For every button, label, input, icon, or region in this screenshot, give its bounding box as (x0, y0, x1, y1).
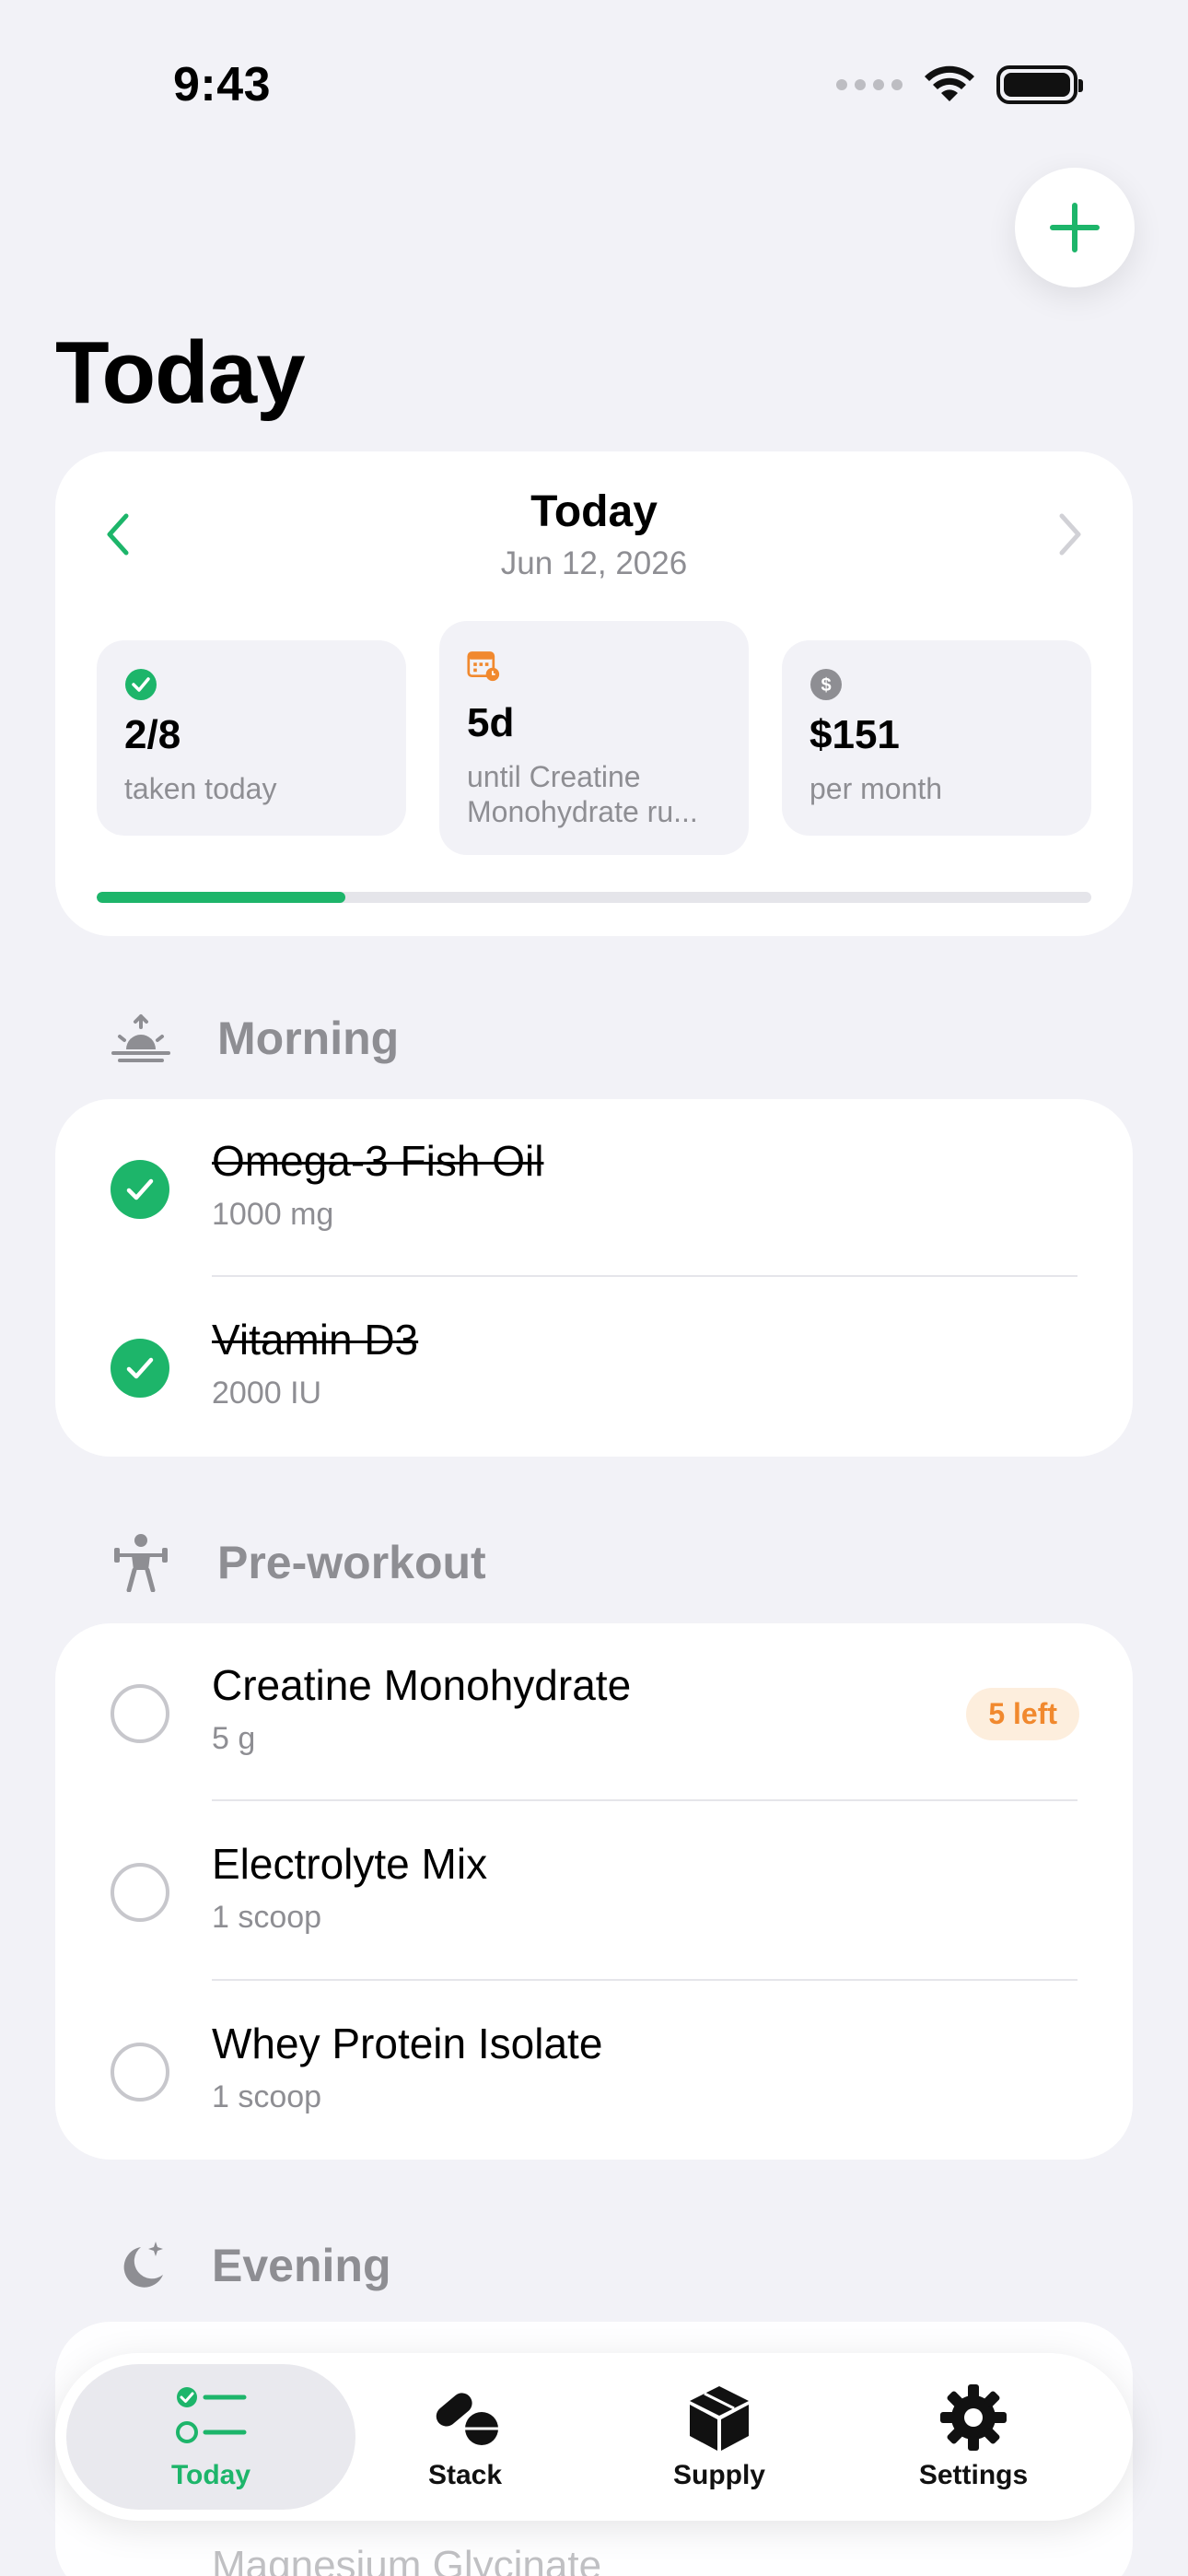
tab-label: Supply (672, 2460, 765, 2490)
battery-icon (996, 65, 1083, 104)
stat-label-line: Monohydrate ru... (467, 795, 698, 828)
wifi-icon (925, 65, 974, 101)
dollar-circle-icon: $ (810, 669, 842, 700)
divider (212, 1275, 1077, 1277)
calendar-clock-icon (467, 651, 500, 682)
item-dose: 2000 IU (212, 1376, 322, 1411)
date-subtitle: Jun 12, 2026 (500, 545, 688, 581)
section-header-morning: Morning (111, 1008, 399, 1069)
cellular-signal-icon (836, 79, 903, 90)
tab-supply[interactable]: Supply (575, 2364, 864, 2510)
preworkout-list: Creatine Monohydrate 5 g 5 left Electrol… (55, 1623, 1133, 2160)
status-time: 9:43 (173, 58, 272, 111)
list-item[interactable]: Whey Protein Isolate 1 scoop (55, 1982, 1133, 2161)
daily-summary-card: Today Jun 12, 2026 2/8 taken today 5d un… (55, 451, 1133, 936)
item-dose: 1 scoop (212, 1900, 322, 1935)
checkbox-unchecked[interactable] (111, 2043, 169, 2102)
add-supplement-button[interactable] (1015, 168, 1135, 287)
stat-label: until Creatine Monohydrate ru... (467, 759, 727, 829)
checkbox-unchecked[interactable] (111, 1684, 169, 1743)
checkbox-checked[interactable] (111, 1339, 169, 1398)
tab-stack[interactable]: Stack (320, 2364, 610, 2510)
tab-label: Settings (918, 2460, 1029, 2490)
section-label: Pre-workout (217, 1537, 486, 1588)
page-title: Today (55, 323, 306, 422)
plus-icon (1050, 203, 1100, 252)
low-supply-badge: 5 left (966, 1688, 1079, 1740)
checklist-icon (174, 2383, 248, 2453)
item-name[interactable]: Magnesium Glycinate (212, 2543, 601, 2576)
checkbox-checked[interactable] (111, 1160, 169, 1219)
chevron-right-icon (1059, 513, 1081, 556)
tab-bar: Today Stack Supply Settings (55, 2353, 1133, 2521)
checkbox-unchecked[interactable] (111, 1863, 169, 1922)
section-label: Morning (217, 1013, 400, 1064)
section-header-evening: Evening (111, 2235, 390, 2296)
sunrise-icon (111, 1008, 171, 1069)
box-icon (682, 2383, 756, 2453)
stat-value: 5d (467, 700, 515, 745)
next-day-button[interactable] (1048, 507, 1094, 562)
morning-list: Omega-3 Fish Oil 1000 mg Vitamin D3 2000… (55, 1099, 1133, 1457)
stat-monthly-cost: $ $151 per month (782, 640, 1091, 836)
stat-label: per month (809, 772, 943, 805)
checkmark-icon (126, 1178, 154, 1200)
tab-today[interactable]: Today (66, 2364, 355, 2510)
item-dose: 1 scoop (212, 2079, 322, 2114)
divider (212, 1799, 1077, 1801)
tab-label: Stack (427, 2460, 503, 2490)
status-icons (836, 64, 1083, 105)
date-title: Today (530, 487, 658, 536)
stat-value: 2/8 (124, 712, 181, 757)
stat-label: taken today (124, 772, 277, 805)
pills-icon (428, 2383, 502, 2453)
item-name: Omega-3 Fish Oil (212, 1137, 544, 1185)
gear-icon (937, 2383, 1010, 2453)
stat-restock-countdown[interactable]: 5d until Creatine Monohydrate ru... (439, 621, 749, 855)
stat-taken-today: 2/8 taken today (97, 640, 406, 836)
section-label: Evening (212, 2240, 391, 2291)
check-circle-icon (125, 669, 157, 700)
list-item[interactable]: Creatine Monohydrate 5 g 5 left (55, 1623, 1133, 1803)
daily-progress-bar (97, 892, 1091, 903)
tab-settings[interactable]: Settings (829, 2364, 1118, 2510)
checkmark-icon (126, 1357, 154, 1379)
list-item[interactable]: Electrolyte Mix 1 scoop (55, 1802, 1133, 1982)
daily-progress-fill (97, 892, 345, 903)
item-name: Electrolyte Mix (212, 1840, 488, 1888)
item-dose: 5 g (212, 1721, 256, 1756)
tab-label: Today (170, 2460, 251, 2490)
item-name: Vitamin D3 (212, 1316, 419, 1364)
stat-label-line: until Creatine (467, 760, 641, 793)
moon-stars-icon (111, 2235, 171, 2296)
weightlifter-icon (111, 1532, 171, 1593)
stat-value: $151 (809, 712, 900, 757)
item-name: Whey Protein Isolate (212, 2020, 603, 2067)
svg-text:$: $ (821, 675, 831, 696)
section-header-preworkout: Pre-workout (111, 1532, 486, 1593)
list-item[interactable]: Omega-3 Fish Oil 1000 mg (55, 1099, 1133, 1279)
today-screen: 9:43 Today Today Jun 12, 2026 2/8 taken … (0, 0, 1188, 2576)
item-name: Creatine Monohydrate (212, 1661, 632, 1709)
item-dose: 1000 mg (212, 1197, 334, 1232)
list-item[interactable]: Vitamin D3 2000 IU (55, 1278, 1133, 1458)
divider (212, 1979, 1077, 1981)
